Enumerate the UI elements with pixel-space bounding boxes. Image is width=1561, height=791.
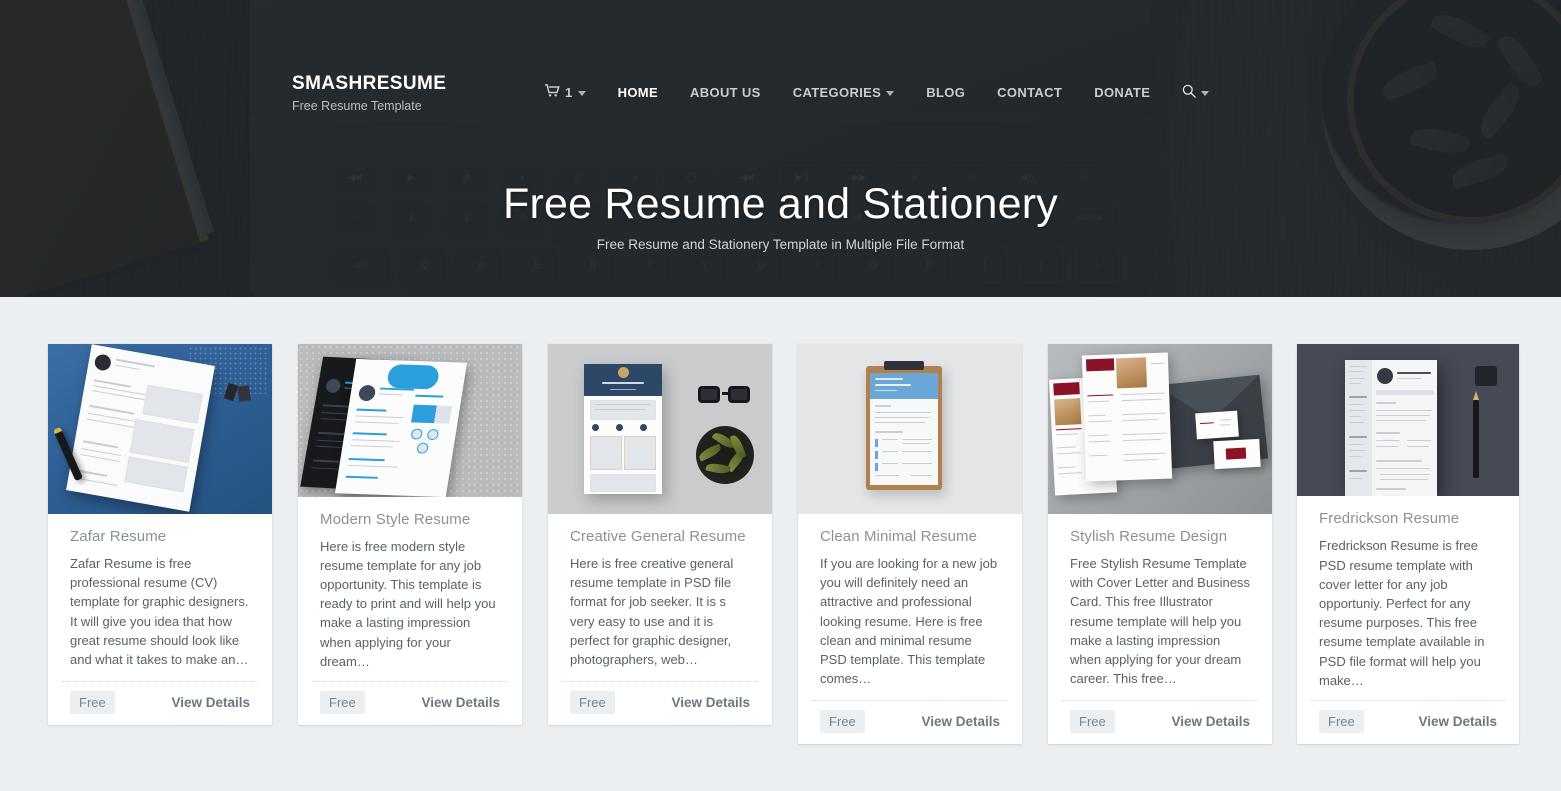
view-details-link[interactable]: View Details <box>1171 714 1250 729</box>
price-badge: Free <box>1319 710 1364 733</box>
card-description: Here is free modern style resume templat… <box>320 538 496 669</box>
card-title: Fredrickson Resume <box>1319 510 1460 528</box>
resume-sheet <box>66 344 215 512</box>
price-badge: Free <box>320 691 365 714</box>
nav-item-label: ABOUT US <box>690 85 761 100</box>
card-body: Zafar Resume Zafar Resume is free profes… <box>48 514 272 681</box>
card-thumbnail[interactable] <box>798 344 1022 514</box>
card-thumbnail[interactable] <box>1048 344 1272 514</box>
clipboard-clamp <box>884 361 924 370</box>
card-footer: Free View Details <box>1311 700 1505 744</box>
card-title: Creative General Resume <box>570 528 746 545</box>
nav-item-blog[interactable]: BLOG <box>910 85 981 100</box>
card-thumbnail[interactable] <box>1297 344 1519 497</box>
card-body: Stylish Resume Design Free Stylish Resum… <box>1048 514 1272 700</box>
resume-sheet <box>1081 352 1173 482</box>
nav-item-categories[interactable]: CATEGORIES <box>777 85 911 100</box>
card-body: Fredrickson Resume Fredrickson Resume is… <box>1297 496 1519 700</box>
shopping-cart-icon <box>545 83 560 100</box>
nav-item-about-us[interactable]: ABOUT US <box>674 85 777 100</box>
card-description: Zafar Resume is free professional resume… <box>70 556 249 668</box>
nav-item-label: CONTACT <box>997 85 1063 100</box>
template-card[interactable]: Stylish Resume Design Free Stylish Resum… <box>1048 344 1272 744</box>
nav-item-label: BLOG <box>926 85 966 100</box>
resume-sheet <box>584 364 662 494</box>
card-thumbnail[interactable] <box>48 344 272 514</box>
site-brand[interactable]: SMASHRESUME Free Resume Template <box>292 73 446 114</box>
cart-button[interactable]: 1 <box>545 83 602 101</box>
template-card[interactable]: Creative General Resume Here is free cre… <box>548 344 772 725</box>
card-footer: Free View Details <box>812 700 1008 744</box>
template-card[interactable]: Zafar Resume Zafar Resume is free profes… <box>48 344 272 725</box>
potted-plant-object <box>696 426 754 484</box>
template-grid: Zafar Resume Zafar Resume is free profes… <box>0 297 1561 791</box>
card-title: Zafar Resume <box>70 528 167 545</box>
card-body: Modern Style Resume Here is free modern … <box>298 497 522 681</box>
card-title: Stylish Resume Design <box>1070 528 1228 545</box>
template-card[interactable]: Clean Minimal Resume If you are looking … <box>798 344 1022 744</box>
nav-item-label: HOME <box>617 85 658 100</box>
paperclip-object <box>237 385 251 402</box>
search-icon <box>1182 84 1197 101</box>
resume-header-band <box>870 373 938 399</box>
template-card[interactable]: Fredrickson Resume Fredrickson Resume is… <box>1297 344 1519 744</box>
chevron-down-icon <box>886 91 895 96</box>
thumbnail-art-stylish <box>1048 344 1272 514</box>
view-details-link[interactable]: View Details <box>921 714 1000 729</box>
card-title: Clean Minimal Resume <box>820 528 978 545</box>
resume-sheet-light <box>334 358 468 497</box>
main-navigation: 1 HOME ABOUT US CATEGORIES BLOG CONTACT … <box>545 83 1225 101</box>
business-card-object <box>1213 438 1261 470</box>
price-badge: Free <box>570 691 615 714</box>
view-details-link[interactable]: View Details <box>671 695 750 710</box>
card-description: If you are looking for a new job you wil… <box>820 556 998 687</box>
resume-sidebar <box>1345 360 1372 496</box>
card-footer: Free View Details <box>62 681 258 725</box>
card-description: Free Stylish Resume Template with Cover … <box>1070 556 1250 687</box>
resume-sheet <box>870 373 938 485</box>
card-footer: Free View Details <box>562 681 758 725</box>
template-card[interactable]: Modern Style Resume Here is free modern … <box>298 344 522 725</box>
card-footer: Free View Details <box>1062 700 1258 744</box>
price-badge: Free <box>820 710 865 733</box>
thumbnail-art-fredrickson <box>1297 344 1519 497</box>
card-description: Fredrickson Resume is free PSD resume te… <box>1319 538 1485 688</box>
card-description: Here is free creative general resume tem… <box>570 556 734 668</box>
search-toggle[interactable] <box>1166 84 1225 101</box>
view-details-link[interactable]: View Details <box>421 695 500 710</box>
card-title: Modern Style Resume <box>320 510 471 528</box>
brand-title: SMASHRESUME <box>292 73 447 94</box>
resume-sheet <box>1345 360 1437 496</box>
card-thumbnail[interactable] <box>548 344 772 514</box>
clipboard-object <box>866 361 942 490</box>
thumbnail-art-modern <box>298 344 522 497</box>
nav-item-donate[interactable]: DONATE <box>1078 85 1166 100</box>
card-body: Clean Minimal Resume If you are looking … <box>798 514 1022 700</box>
hero-banner: ◀◀ ▶ ▦ ◐ ▤ ☀ ◯ ◀◀ ▶❙ ▶▶ ✕ ◁ ◀)) ⏻ ~ 1 2 … <box>0 0 1561 297</box>
brand-tagline: Free Resume Template <box>292 99 422 113</box>
price-badge: Free <box>1070 710 1115 733</box>
nav-item-label: DONATE <box>1094 85 1151 100</box>
nav-item-label: CATEGORIES <box>792 85 882 100</box>
chevron-down-icon <box>577 91 586 96</box>
nav-item-home[interactable]: HOME <box>602 85 674 100</box>
hero-title: Free Resume and Stationery <box>503 180 1058 228</box>
thumbnail-art-zafar <box>48 344 272 514</box>
cart-count: 1 <box>565 85 573 100</box>
price-badge: Free <box>70 691 115 714</box>
card-thumbnail[interactable] <box>298 344 522 497</box>
nav-item-contact[interactable]: CONTACT <box>981 85 1078 100</box>
business-card-object <box>1195 410 1239 440</box>
sharpener-object <box>1475 366 1497 386</box>
card-footer: Free View Details <box>312 681 508 725</box>
glasses-object <box>698 386 750 405</box>
thumbnail-art-creative <box>548 344 772 514</box>
thumbnail-art-clean <box>798 344 1022 514</box>
card-body: Creative General Resume Here is free cre… <box>548 514 772 681</box>
pencil-object <box>1473 391 1479 478</box>
view-details-link[interactable]: View Details <box>171 695 250 710</box>
hero-subtitle: Free Resume and Stationery Template in M… <box>596 237 965 252</box>
chevron-down-icon <box>1201 91 1210 96</box>
view-details-link[interactable]: View Details <box>1418 714 1497 729</box>
